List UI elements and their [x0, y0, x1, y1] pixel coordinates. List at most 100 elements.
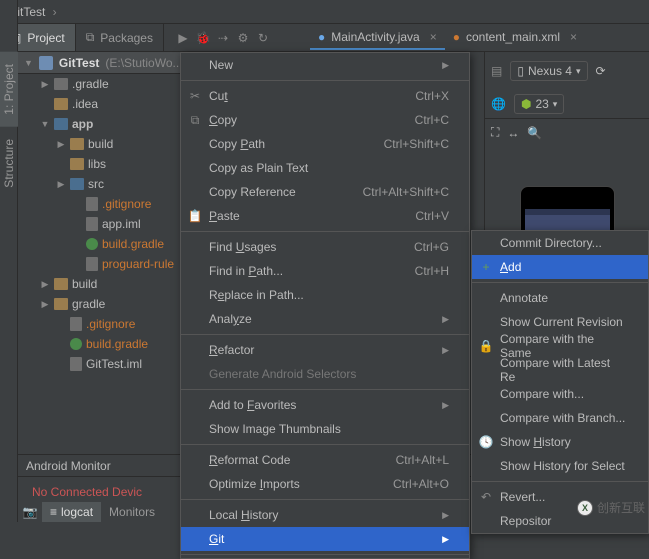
- menu-item[interactable]: +Add: [472, 255, 648, 279]
- close-icon[interactable]: ×: [570, 30, 577, 44]
- menu-item[interactable]: Commit Directory...: [472, 231, 648, 255]
- menu-item[interactable]: 🔒Compare with the Same: [472, 334, 648, 358]
- expand-icon[interactable]: ▶: [56, 179, 66, 190]
- menu-item[interactable]: Git▶: [181, 527, 469, 551]
- menu-item: Generate Android Selectors: [181, 362, 469, 386]
- tree-item[interactable]: .gitignore: [18, 194, 192, 214]
- chevron-down-icon: ▾: [576, 66, 581, 77]
- globe-icon[interactable]: 🌐: [491, 97, 506, 111]
- debug-icon[interactable]: 🐞: [193, 24, 213, 51]
- menu-label: Revert...: [500, 490, 545, 504]
- settings-icon[interactable]: ⚙: [233, 24, 253, 51]
- menu-item[interactable]: Replace in Path...: [181, 283, 469, 307]
- menu-item[interactable]: Analyze▶: [181, 307, 469, 331]
- packages-icon: ⧉: [86, 30, 95, 45]
- menu-item[interactable]: ⧉CopyCtrl+C: [181, 108, 469, 132]
- rail-structure[interactable]: Structure: [0, 127, 18, 200]
- attach-icon[interactable]: ⇢: [213, 24, 233, 51]
- expand-icon[interactable]: ▶: [40, 299, 50, 310]
- menu-item[interactable]: Show History for Select: [472, 454, 648, 478]
- menu-item[interactable]: Show Image Thumbnails: [181, 417, 469, 441]
- tree-label: proguard-rule: [102, 257, 174, 271]
- menu-item[interactable]: Compare with Latest Re: [472, 358, 648, 382]
- tree-label: build.gradle: [86, 337, 148, 351]
- tree-item[interactable]: .gitignore: [18, 314, 192, 334]
- sync-icon[interactable]: ↻: [253, 24, 273, 51]
- gradle-icon: [70, 338, 82, 350]
- expand-icon[interactable]: ▶: [40, 279, 50, 290]
- zoom-icon[interactable]: 🔍: [527, 126, 542, 140]
- tab-monitors[interactable]: Monitors: [101, 502, 163, 522]
- menu-item[interactable]: Optimize ImportsCtrl+Alt+O: [181, 472, 469, 496]
- run-icon[interactable]: ▶: [173, 24, 193, 51]
- menu-label: Copy Path: [209, 137, 265, 151]
- close-icon[interactable]: ×: [430, 30, 437, 44]
- editor-tab[interactable]: ●MainActivity.java×: [310, 26, 445, 50]
- menu-item[interactable]: Copy ReferenceCtrl+Alt+Shift+C: [181, 180, 469, 204]
- editor-tabs: ●MainActivity.java×●content_main.xml×: [310, 24, 585, 52]
- menu-label: Add: [500, 260, 521, 274]
- menu-label: Cut: [209, 89, 228, 103]
- tree-item[interactable]: ▶build: [18, 274, 192, 294]
- menu-item[interactable]: ✂CutCtrl+X: [181, 84, 469, 108]
- camera-icon[interactable]: 📷: [18, 505, 42, 519]
- tree-item[interactable]: .idea: [18, 94, 192, 114]
- tab-label: content_main.xml: [466, 30, 560, 44]
- pan-icon[interactable]: ↔: [507, 126, 519, 140]
- menu-label: Repositor: [500, 514, 551, 528]
- menu-item[interactable]: Compare with...: [472, 382, 648, 406]
- menu-item[interactable]: 🕓Show History: [472, 430, 648, 454]
- menu-item[interactable]: Compare with Branch...: [472, 406, 648, 430]
- expand-icon[interactable]: ▶: [40, 79, 50, 90]
- menu-item[interactable]: Annotate: [472, 286, 648, 310]
- menu-item[interactable]: ↶Revert...: [472, 485, 648, 509]
- api-selector[interactable]: ⬢ 23 ▾: [514, 94, 564, 114]
- device-selector[interactable]: ▯ Nexus 4 ▾: [510, 61, 587, 81]
- tree-item[interactable]: build.gradle: [18, 234, 192, 254]
- expand-icon[interactable]: ▼: [40, 119, 50, 129]
- menu-label: Compare with...: [500, 387, 584, 401]
- menu-item[interactable]: New▶: [181, 53, 469, 77]
- tree-item[interactable]: ▶ src: [18, 174, 192, 194]
- tree-item[interactable]: ▶.gradle: [18, 74, 192, 94]
- rail-project[interactable]: 1: Project: [0, 52, 18, 127]
- menu-label: Add to Favorites: [209, 398, 296, 412]
- menu-item[interactable]: Show Current Revision: [472, 310, 648, 334]
- rotate-icon[interactable]: ⟳: [596, 64, 606, 78]
- tree-item[interactable]: libs: [18, 154, 192, 174]
- tab-logcat[interactable]: ≡logcat: [42, 502, 101, 522]
- tree-label: src: [88, 177, 104, 191]
- shortcut: Ctrl+G: [414, 240, 449, 254]
- tree-label: app: [72, 117, 93, 131]
- tree-item[interactable]: ▶gradle: [18, 294, 192, 314]
- menu-item[interactable]: Copy as Plain Text: [181, 156, 469, 180]
- tree-label: GitTest.iml: [86, 357, 142, 371]
- menu-item[interactable]: Find in Path...Ctrl+H: [181, 259, 469, 283]
- folder-icon: [54, 78, 68, 90]
- tree-item[interactable]: app.iml: [18, 214, 192, 234]
- fit-icon[interactable]: ⛶: [491, 125, 499, 140]
- menu-item[interactable]: Find UsagesCtrl+G: [181, 235, 469, 259]
- menu-item[interactable]: Local History▶: [181, 503, 469, 527]
- menu-label: Compare with Latest Re: [500, 356, 628, 384]
- tree-item[interactable]: build.gradle: [18, 334, 192, 354]
- menu-item[interactable]: Repositor: [472, 509, 648, 533]
- menu-item[interactable]: Add to Favorites▶: [181, 393, 469, 417]
- tree-item[interactable]: ▼ app: [18, 114, 192, 134]
- menu-item[interactable]: Copy PathCtrl+Shift+C: [181, 132, 469, 156]
- tree-label: .gitignore: [86, 317, 135, 331]
- tab-packages[interactable]: ⧉ Packages: [76, 24, 163, 51]
- tree-item[interactable]: ▶build: [18, 134, 192, 154]
- expand-icon[interactable]: ▶: [56, 139, 66, 150]
- menu-item[interactable]: 📋PasteCtrl+V: [181, 204, 469, 228]
- tree-item[interactable]: GitTest.iml: [18, 354, 192, 374]
- menu-item[interactable]: Refactor▶: [181, 338, 469, 362]
- tree-item[interactable]: proguard-rule: [18, 254, 192, 274]
- editor-tab[interactable]: ●content_main.xml×: [445, 26, 585, 50]
- palette-icon[interactable]: ▤: [491, 64, 502, 78]
- menu-label: Show Image Thumbnails: [209, 422, 341, 436]
- menu-item[interactable]: Reformat CodeCtrl+Alt+L: [181, 448, 469, 472]
- folder-icon: [70, 158, 84, 170]
- project-root[interactable]: ▼ GitTest (E:\StutioWo...: [18, 52, 192, 74]
- api-label: 23: [535, 97, 548, 111]
